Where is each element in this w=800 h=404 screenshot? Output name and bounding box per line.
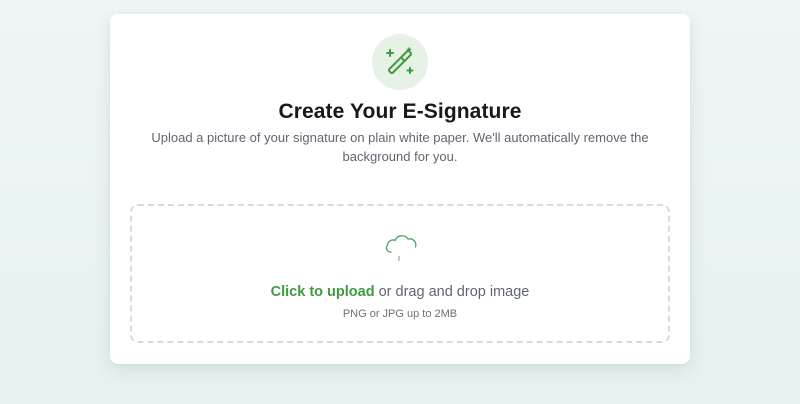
upload-instructions: Click to upload or drag and drop image [132, 284, 668, 300]
magic-wand-icon [386, 47, 414, 75]
upload-dropzone[interactable]: Click to upload or drag and drop image P… [130, 204, 670, 343]
page-subtitle: Upload a picture of your signature on pl… [151, 130, 649, 164]
cloud-upload-icon [385, 235, 417, 261]
drag-drop-text: or drag and drop image [374, 284, 530, 300]
page-title: Create Your E-Signature [278, 100, 522, 123]
page-background: Create Your E-Signature Upload a picture… [0, 0, 800, 404]
file-type-hint: PNG or JPG up to 2MB [342, 308, 458, 320]
hero-icon-badge [372, 34, 428, 90]
click-to-upload-link[interactable]: Click to upload [271, 284, 375, 300]
signature-card: Create Your E-Signature Upload a picture… [110, 14, 690, 364]
